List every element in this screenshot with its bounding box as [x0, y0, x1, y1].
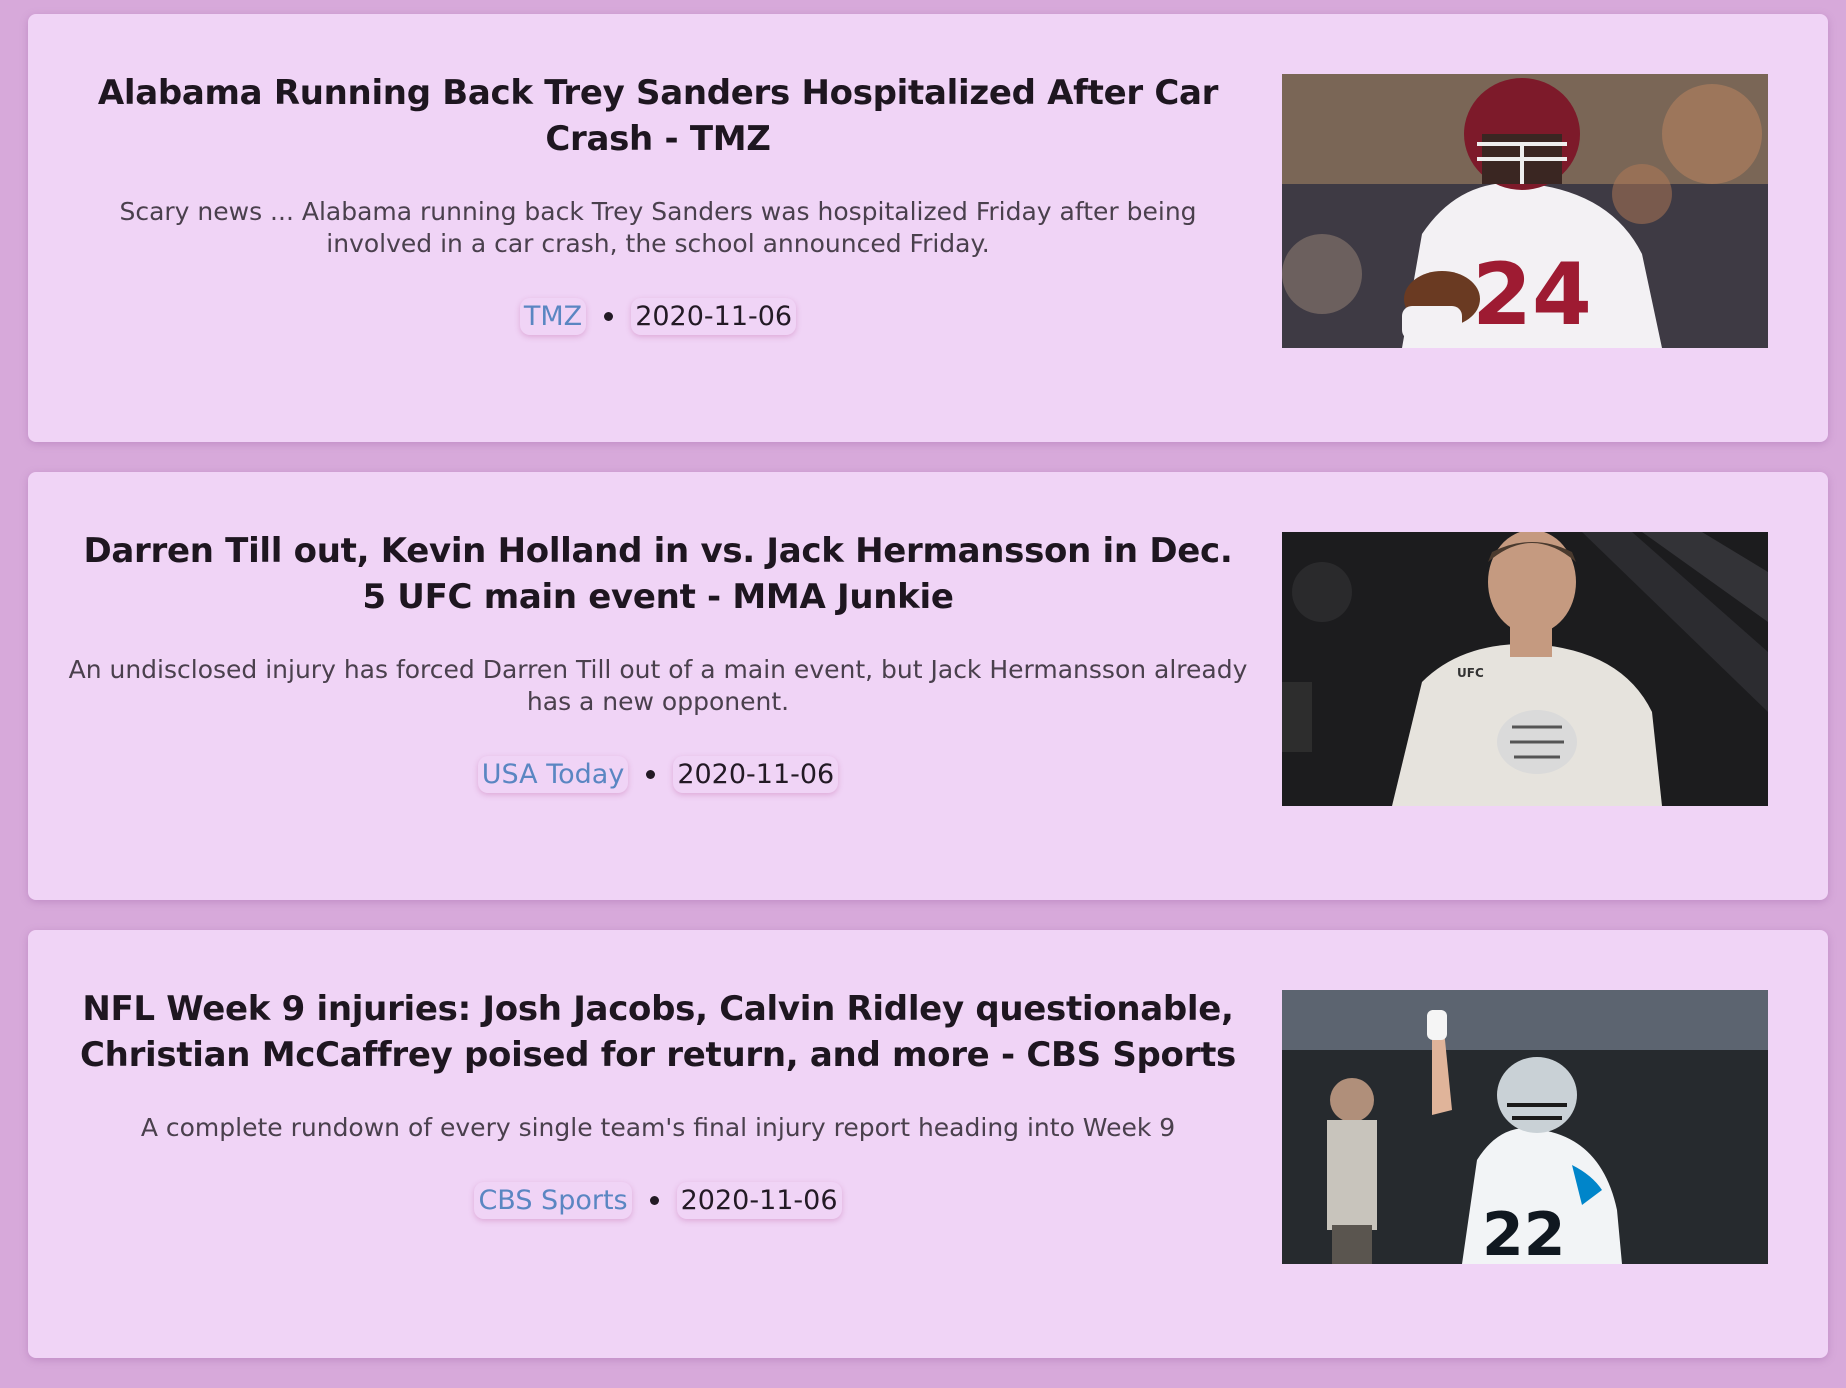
article-title[interactable]: Darren Till out, Kevin Holland in vs. Ja…	[68, 528, 1248, 620]
source-link[interactable]: TMZ	[519, 298, 587, 335]
separator-dot	[604, 312, 614, 321]
news-card[interactable]: NFL Week 9 injuries: Josh Jacobs, Calvin…	[28, 930, 1828, 1358]
date-badge: 2020-11-06	[631, 298, 797, 335]
news-card[interactable]: Darren Till out, Kevin Holland in vs. Ja…	[28, 472, 1828, 900]
source-link[interactable]: CBS Sports	[474, 1182, 632, 1219]
article-meta: USA Today 2020-11-06	[68, 756, 1248, 793]
thumbnail-image: 22	[1282, 990, 1768, 1264]
article-meta: TMZ 2020-11-06	[68, 298, 1248, 335]
news-feed: Alabama Running Back Trey Sanders Hospit…	[28, 14, 1828, 1388]
article-thumbnail[interactable]: 22	[1282, 990, 1768, 1264]
news-card[interactable]: Alabama Running Back Trey Sanders Hospit…	[28, 14, 1828, 442]
article-title[interactable]: Alabama Running Back Trey Sanders Hospit…	[68, 70, 1248, 162]
article-meta: CBS Sports 2020-11-06	[68, 1182, 1248, 1219]
shirt-logo: UFC	[1457, 666, 1484, 680]
jersey-number: 24	[1472, 245, 1592, 345]
date-badge: 2020-11-06	[676, 1182, 842, 1219]
article-title[interactable]: NFL Week 9 injuries: Josh Jacobs, Calvin…	[68, 986, 1248, 1078]
article-thumbnail[interactable]: 24	[1282, 74, 1768, 348]
jersey-number: 22	[1482, 1200, 1566, 1264]
separator-dot	[649, 1196, 659, 1205]
separator-dot	[646, 770, 656, 779]
source-link[interactable]: USA Today	[477, 756, 629, 793]
thumbnail-image: UFC	[1282, 532, 1768, 806]
article-description: Scary news ... Alabama running back Trey…	[119, 197, 1197, 258]
article-description: An undisclosed injury has forced Darren …	[68, 655, 1248, 716]
date-badge: 2020-11-06	[673, 756, 839, 793]
article-thumbnail[interactable]: UFC	[1282, 532, 1768, 806]
card-text: NFL Week 9 injuries: Josh Jacobs, Calvin…	[68, 986, 1248, 1219]
card-text: Alabama Running Back Trey Sanders Hospit…	[68, 70, 1248, 335]
thumbnail-image: 24	[1282, 74, 1768, 348]
article-description: A complete rundown of every single team'…	[140, 1113, 1176, 1142]
card-text: Darren Till out, Kevin Holland in vs. Ja…	[68, 528, 1248, 793]
